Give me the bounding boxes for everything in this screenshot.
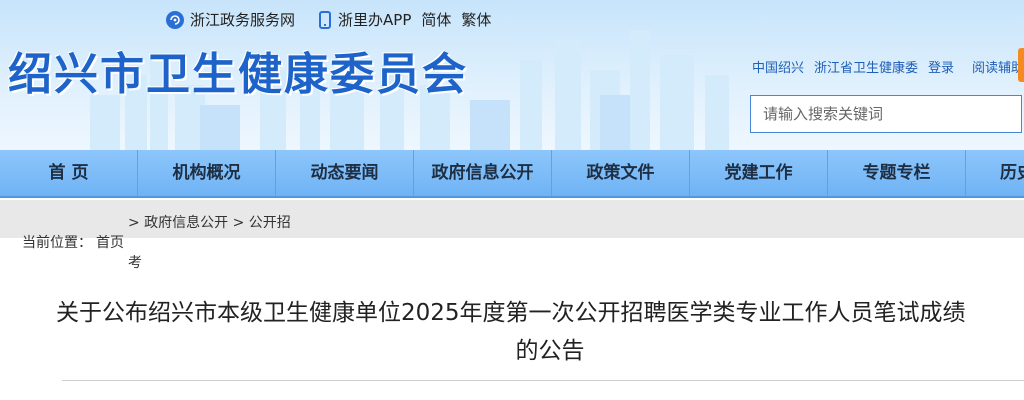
simplified-chinese-link[interactable]: 简体 (421, 9, 451, 30)
search-input[interactable]: 请输入搜索关键词 (750, 95, 1022, 133)
site-title[interactable]: 绍兴市卫生健康委员会 (8, 38, 468, 102)
top-bar: 浙江政务服务网 浙里办APP 简体 繁体 (166, 9, 501, 30)
accessibility-link[interactable]: 阅读辅助 (972, 57, 1024, 76)
phone-icon (319, 10, 332, 29)
breadcrumb-path[interactable]: > 政府信息公开 > 公开招 (128, 212, 291, 232)
china-shaoxing-link[interactable]: 中国绍兴 (752, 57, 804, 76)
site-header: 浙江政务服务网 浙里办APP 简体 繁体 绍兴市卫生健康委员会 中国绍兴 浙江省… (0, 0, 1024, 150)
gov-service-label: 浙江政务服务网 (190, 11, 296, 29)
app-label: 浙里办APP (338, 11, 412, 29)
article-title: 关于公布绍兴市本级卫生健康单位2025年度第一次公开招聘医学类专业工作人员笔试成… (56, 300, 966, 326)
nav-item-party[interactable]: 党建工作 (690, 150, 828, 196)
nav-item-topics[interactable]: 专题专栏 (828, 150, 966, 196)
login-link[interactable]: 登录 (928, 57, 954, 76)
breadcrumb-home-link[interactable]: 首页 (96, 232, 124, 252)
title-divider (62, 380, 1024, 381)
gov-service-icon (166, 10, 184, 29)
article-title-continued: 的公告 (515, 338, 585, 364)
main-nav: 首 页 机构概况 动态要闻 政府信息公开 政策文件 党建工作 专题专栏 历史 (0, 150, 1024, 198)
nav-item-history[interactable]: 历史 (966, 150, 1024, 196)
nav-item-organization[interactable]: 机构概况 (138, 150, 276, 196)
province-health-link[interactable]: 浙江省卫生健康委 (814, 57, 918, 76)
traditional-chinese-link[interactable]: 繁体 (461, 9, 491, 30)
nav-item-news[interactable]: 动态要闻 (276, 150, 414, 196)
header-links: 中国绍兴 浙江省卫生健康委 登录 阅读辅助 (752, 57, 1024, 76)
breadcrumb-label: 当前位置： (22, 235, 92, 251)
app-link[interactable]: 浙里办APP (305, 9, 411, 30)
nav-item-info-disclosure[interactable]: 政府信息公开 (414, 150, 552, 196)
breadcrumb-path-tail[interactable]: 考 (128, 252, 142, 272)
nav-item-home[interactable]: 首 页 (0, 150, 138, 196)
orange-side-tab[interactable] (1018, 48, 1024, 82)
nav-item-policy[interactable]: 政策文件 (552, 150, 690, 196)
gov-service-link[interactable]: 浙江政务服务网 (166, 9, 295, 30)
